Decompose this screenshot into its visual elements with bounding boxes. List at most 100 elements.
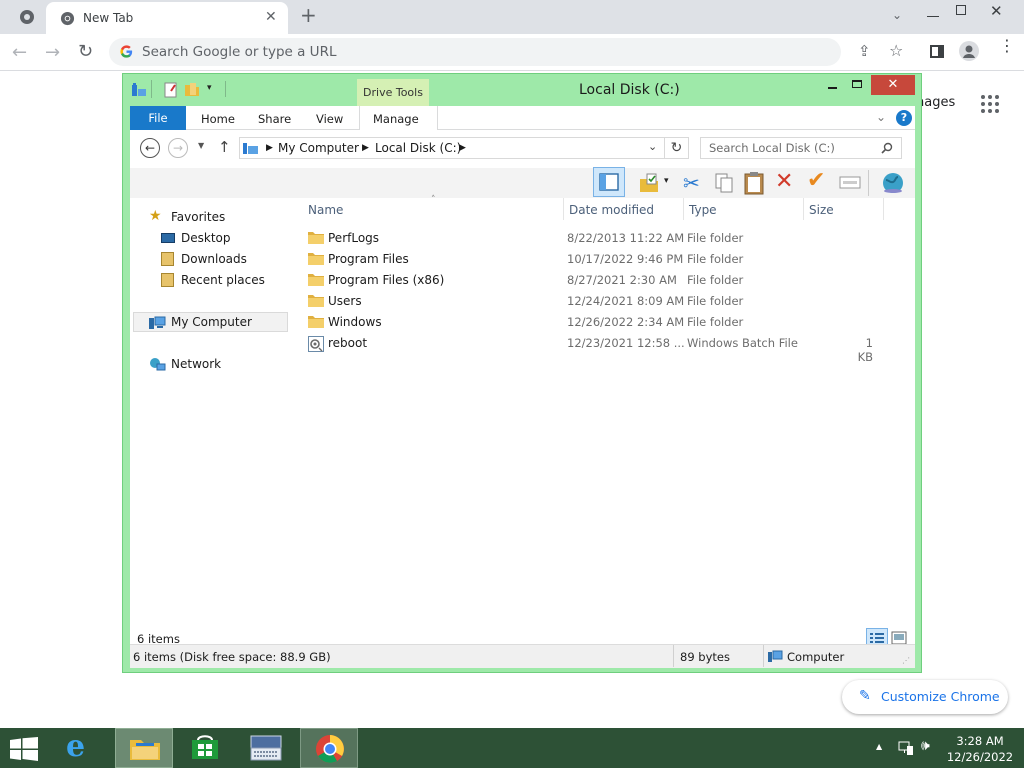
breadcrumb-my-computer[interactable]: My Computer [278, 141, 359, 155]
help-icon[interactable]: ? [896, 110, 912, 126]
delete-x-icon[interactable]: ✕ [775, 169, 793, 194]
paste-clipboard-icon[interactable] [743, 171, 765, 195]
column-header-name[interactable]: Name [308, 203, 343, 217]
cut-scissors-icon[interactable]: ✂ [683, 171, 700, 195]
show-hidden-icons-icon[interactable]: ▲ [876, 742, 882, 751]
rename-checkmark-icon[interactable]: ✔ [807, 168, 825, 193]
address-dropdown-icon[interactable]: ⌄ [648, 140, 657, 153]
file-date-modified: 12/23/2021 12:58 ... [567, 336, 685, 350]
search-icon[interactable] [881, 142, 893, 154]
properties-icon[interactable] [164, 82, 178, 98]
on-screen-keyboard-taskbar-icon[interactable] [238, 728, 296, 768]
bookmark-star-icon[interactable]: ☆ [889, 41, 903, 60]
minimize-browser-button[interactable] [927, 16, 939, 17]
taskbar-clock[interactable]: 3:28 AM 12/26/2022 [940, 733, 1020, 765]
column-divider[interactable] [883, 198, 884, 220]
computer-status-icon [768, 650, 783, 663]
chrome-kebab-menu-icon[interactable]: ⋮ [999, 38, 1015, 54]
customize-qat-dropdown-icon[interactable]: ▾ [207, 83, 212, 93]
column-header-size[interactable]: Size [809, 203, 834, 217]
restore-browser-button[interactable] [956, 5, 966, 15]
minimize-window-button[interactable] [828, 87, 837, 89]
nav-my-computer[interactable]: My Computer [171, 315, 252, 329]
forward-arrow-icon[interactable]: → [45, 42, 60, 63]
ribbon-tab-file[interactable]: File [130, 106, 186, 130]
sort-ascending-icon: ˄ [431, 195, 436, 205]
nav-favorites[interactable]: Favorites [171, 210, 225, 224]
tab-search-chevron-icon[interactable]: ⌄ [892, 8, 902, 22]
close-window-button[interactable]: ✕ [871, 75, 915, 95]
nav-recent-places[interactable]: Recent places [181, 273, 265, 287]
folder-options-dropdown-icon[interactable]: ▾ [664, 176, 669, 186]
resize-grip-icon[interactable]: ⋰ [902, 656, 910, 665]
column-divider[interactable] [563, 198, 564, 220]
maximize-window-button[interactable] [852, 80, 862, 88]
file-row[interactable]: Program Files 10/17/2022 9:46 PM File fold… [301, 249, 921, 270]
copy-icon[interactable] [713, 172, 735, 194]
my-computer-icon [149, 316, 166, 330]
large-icons-view-icon[interactable] [891, 631, 907, 645]
ribbon-tab-share[interactable]: Share [258, 112, 291, 126]
file-row[interactable]: Users 12/24/2021 8:09 AM File folder [301, 291, 921, 312]
select-all-icon[interactable] [839, 173, 861, 191]
close-browser-button[interactable]: ✕ [990, 2, 1003, 20]
volume-tray-icon[interactable]: 🕪 [921, 738, 930, 754]
omnibox-placeholder: Search Google or type a URL [142, 44, 337, 60]
chrome-taskbar-icon[interactable] [300, 728, 358, 768]
google-apps-icon[interactable] [980, 94, 1000, 114]
file-row[interactable]: Program Files (x86) 8/27/2021 2:30 AM File… [301, 270, 921, 291]
globe-network-icon[interactable] [881, 171, 905, 195]
back-arrow-icon[interactable]: ← [12, 42, 27, 63]
breadcrumb-separator-icon[interactable]: ▶ [459, 143, 466, 153]
file-row[interactable]: Windows 12/26/2022 2:34 AM File folder [301, 312, 921, 333]
ribbon-tab-manage[interactable]: Manage [373, 112, 419, 126]
windows-start-icon[interactable] [10, 737, 38, 761]
internet-explorer-taskbar-icon[interactable]: e [53, 728, 111, 768]
search-box[interactable]: Search Local Disk (C:) [700, 137, 902, 159]
file-type: File folder [687, 315, 744, 329]
file-explorer-taskbar-icon[interactable] [115, 728, 173, 768]
profile-avatar-icon[interactable] [959, 41, 979, 61]
file-name: Users [328, 294, 362, 308]
explorer-window: ▾ Drive Tools Local Disk (C:) ✕ File Hom… [122, 73, 922, 673]
column-divider[interactable] [683, 198, 684, 220]
refresh-icon[interactable]: ↻ [665, 137, 689, 159]
forward-button-icon[interactable]: → [168, 138, 188, 158]
column-divider[interactable] [803, 198, 804, 220]
tab-new-tab[interactable]: New Tab ✕ [46, 2, 288, 34]
store-taskbar-icon[interactable] [176, 728, 234, 768]
column-header-date-modified[interactable]: Date modified [569, 203, 654, 217]
breadcrumb-separator-icon[interactable]: ▶ [362, 143, 369, 153]
batch-file-icon [308, 336, 324, 352]
close-tab-icon[interactable]: ✕ [265, 9, 277, 25]
breadcrumb-local-disk[interactable]: Local Disk (C:) [375, 141, 461, 155]
nav-network[interactable]: Network [171, 357, 221, 371]
status-divider [763, 645, 764, 667]
folder-options-icon[interactable] [638, 172, 660, 194]
chrome-menu-icon[interactable] [19, 9, 35, 25]
address-bar[interactable]: ▶ My Computer ▶ Local Disk (C:) ▶ ⌄ [239, 137, 665, 159]
nav-desktop[interactable]: Desktop [181, 231, 231, 245]
reload-icon[interactable]: ↻ [78, 41, 93, 62]
nav-downloads[interactable]: Downloads [181, 252, 247, 266]
file-row[interactable]: reboot 12/23/2021 12:58 ... Windows Batch … [301, 333, 921, 364]
customize-chrome-button[interactable]: ✎ Customize Chrome [842, 680, 1008, 714]
ribbon-tab-home[interactable]: Home [201, 112, 235, 126]
expand-ribbon-chevron-icon[interactable]: ⌄ [876, 110, 886, 124]
back-button-icon[interactable]: ← [140, 138, 160, 158]
recent-locations-dropdown-icon[interactable]: ▼ [198, 141, 204, 150]
breadcrumb-separator-icon[interactable]: ▶ [266, 143, 273, 153]
file-type: File folder [687, 273, 744, 287]
share-icon[interactable]: ⇪ [858, 42, 871, 60]
file-row[interactable]: PerfLogs 8/22/2013 11:22 AM File folder [301, 228, 921, 249]
status-bar: 6 items (Disk free space: 88.9 GB) 89 by… [130, 644, 915, 668]
network-tray-icon[interactable] [898, 740, 914, 756]
preview-pane-button[interactable] [593, 167, 625, 197]
side-panel-icon[interactable] [930, 45, 944, 58]
up-arrow-icon[interactable]: ↑ [218, 138, 231, 156]
new-tab-button[interactable]: + [300, 3, 317, 27]
column-header-type[interactable]: Type [689, 203, 717, 217]
new-folder-qat-icon[interactable] [184, 82, 200, 98]
omnibox[interactable]: Search Google or type a URL ⇪ ☆ [109, 38, 903, 66]
ribbon-tab-view[interactable]: View [316, 112, 343, 126]
